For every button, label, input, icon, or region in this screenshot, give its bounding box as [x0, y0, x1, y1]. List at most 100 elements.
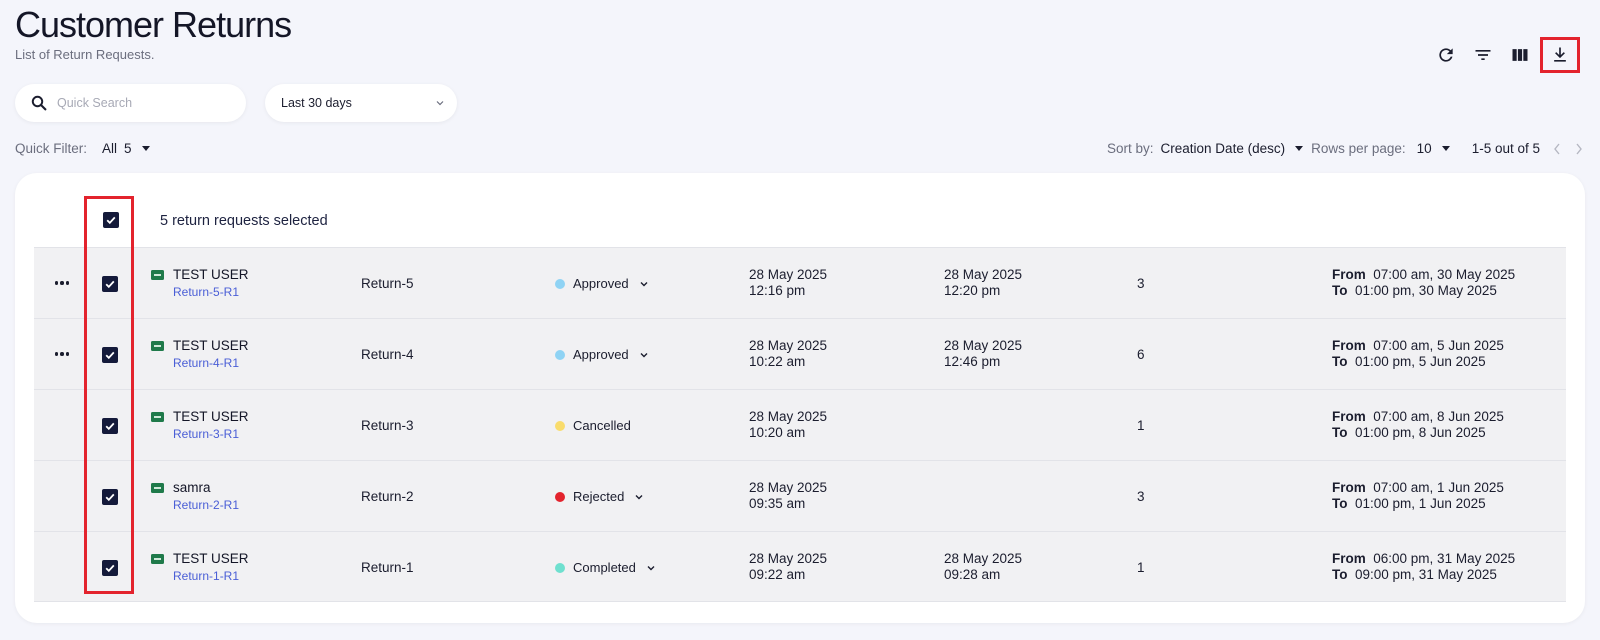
table-row[interactable]: TEST USER Return-1-R1 Return-1 Completed 28 …	[34, 531, 1566, 602]
customer-name: TEST USER	[173, 409, 249, 424]
status-badge[interactable]: Completed	[555, 560, 656, 575]
refresh-icon	[1438, 48, 1453, 62]
return-code-link[interactable]: Return-2-R1	[173, 498, 239, 512]
chevron-down-icon[interactable]	[639, 279, 649, 289]
to-label: To	[1332, 567, 1348, 582]
customer-name: TEST USER	[173, 267, 249, 282]
return-code-link[interactable]: Return-1-R1	[173, 569, 239, 583]
chevron-down-icon[interactable]	[634, 492, 644, 502]
row-checkbox[interactable]	[102, 418, 118, 434]
to-label: To	[1332, 283, 1348, 298]
row-checkbox[interactable]	[102, 276, 118, 292]
refresh-button[interactable]	[1427, 37, 1464, 73]
created-time: 09:35 am	[749, 496, 806, 511]
row-checkbox[interactable]	[102, 347, 118, 363]
updated-datetime: 28 May 2025 12:46 pm	[944, 338, 1022, 370]
updated-date: 28 May 2025	[944, 551, 1023, 566]
row-actions-button[interactable]	[50, 276, 74, 290]
updated-date: 28 May 2025	[944, 338, 1023, 353]
date-range-value: Last 30 days	[281, 96, 352, 110]
from-time: 06:00 pm, 31 May 2025	[1373, 551, 1516, 566]
caret-down-icon[interactable]	[141, 146, 150, 151]
status-dot	[555, 562, 565, 573]
to-label: To	[1332, 354, 1348, 369]
search-icon	[31, 95, 47, 111]
created-datetime: 28 May 2025 10:22 am	[749, 338, 827, 370]
created-time: 09:22 am	[749, 567, 806, 582]
chevron-down-icon	[436, 101, 444, 106]
to-time: 01:00 pm, 1 Jun 2025	[1355, 496, 1486, 511]
status-badge[interactable]: Rejected	[555, 489, 644, 504]
status-badge[interactable]: Approved	[555, 276, 649, 291]
check-icon	[105, 351, 115, 360]
columns-button[interactable]	[1501, 37, 1538, 73]
return-id: Return-3	[361, 418, 414, 433]
to-time: 01:00 pm, 30 May 2025	[1355, 283, 1497, 298]
from-label: From	[1332, 267, 1366, 282]
check-icon	[106, 216, 116, 225]
from-label: From	[1332, 480, 1366, 495]
quick-filter-value[interactable]: All	[102, 141, 117, 156]
table-row[interactable]: samra Return-2-R1 Return-2 Rejected 28 May 2…	[34, 460, 1566, 531]
created-time: 10:22 am	[749, 354, 806, 369]
table-row[interactable]: TEST USER Return-3-R1 Return-3 Cancelled 28 …	[34, 389, 1566, 460]
return-code-link[interactable]: Return-5-R1	[173, 285, 239, 299]
item-quantity: 3	[1137, 276, 1145, 291]
ticket-icon	[151, 412, 164, 422]
select-all-checkbox[interactable]	[103, 212, 119, 228]
pickup-window: From 07:00 am, 30 May 2025 To 01:00 pm, 3…	[1332, 267, 1515, 299]
download-button[interactable]	[1540, 37, 1580, 73]
created-date: 28 May 2025	[749, 551, 828, 566]
search-input[interactable]	[57, 96, 227, 110]
return-code-link[interactable]: Return-3-R1	[173, 427, 239, 441]
return-id: Return-1	[361, 560, 414, 575]
chevron-down-icon[interactable]	[639, 350, 649, 360]
date-range-select[interactable]: Last 30 days	[265, 84, 457, 122]
chevron-down-icon[interactable]	[646, 563, 656, 573]
item-quantity: 6	[1137, 347, 1145, 362]
table-row[interactable]: TEST USER Return-5-R1 Return-5 Approved 28 M…	[34, 247, 1566, 318]
created-time: 12:16 pm	[749, 283, 806, 298]
table-row[interactable]: TEST USER Return-4-R1 Return-4 Approved 28 M…	[34, 318, 1566, 389]
created-datetime: 28 May 2025 09:22 am	[749, 551, 827, 583]
to-label: To	[1332, 496, 1348, 511]
sort-value[interactable]: Creation Date (desc)	[1161, 141, 1286, 156]
toolbar	[1427, 37, 1580, 73]
created-datetime: 28 May 2025 09:35 am	[749, 480, 827, 512]
return-id: Return-2	[361, 489, 414, 504]
ticket-icon	[151, 270, 164, 280]
quick-filter-count[interactable]: 5	[124, 141, 132, 156]
prev-page-button[interactable]	[1552, 142, 1562, 156]
return-code-link[interactable]: Return-4-R1	[173, 356, 239, 370]
created-date: 28 May 2025	[749, 338, 828, 353]
sort-caret-icon[interactable]	[1295, 146, 1304, 151]
return-id: Return-4	[361, 347, 414, 362]
page-subtitle: List of Return Requests.	[15, 47, 155, 62]
item-quantity: 3	[1137, 489, 1145, 504]
pickup-window: From 07:00 am, 5 Jun 2025 To 01:00 pm, 5 …	[1332, 338, 1504, 370]
status-badge[interactable]: Approved	[555, 347, 649, 362]
pickup-window: From 06:00 pm, 31 May 2025 To 09:00 pm, 3…	[1332, 551, 1515, 583]
from-label: From	[1332, 409, 1366, 424]
rows-per-page-label: Rows per page:	[1311, 141, 1406, 156]
ticket-icon	[151, 341, 164, 351]
row-checkbox[interactable]	[102, 560, 118, 576]
selection-count: 5 return requests selected	[160, 213, 328, 229]
search-box	[15, 84, 246, 122]
page-title: Customer Returns	[15, 4, 292, 45]
chevron-right-icon	[1576, 143, 1582, 154]
item-quantity: 1	[1137, 418, 1145, 433]
list-controls: Sort by: Creation Date (desc) Rows per p…	[1107, 141, 1584, 156]
check-icon	[105, 564, 115, 573]
row-actions-button[interactable]	[50, 347, 74, 361]
rows-per-page-value[interactable]: 10	[1417, 141, 1432, 156]
updated-datetime: 28 May 2025 12:20 pm	[944, 267, 1022, 299]
row-checkbox[interactable]	[102, 489, 118, 505]
rows-per-page-caret-icon[interactable]	[1441, 146, 1450, 151]
next-page-button[interactable]	[1574, 142, 1584, 156]
quick-filter-label: Quick Filter:	[15, 141, 88, 156]
pickup-window: From 07:00 am, 1 Jun 2025 To 01:00 pm, 1 …	[1332, 480, 1504, 512]
filter-button[interactable]	[1464, 37, 1501, 73]
pagination-text: 1-5 out of 5	[1471, 141, 1540, 156]
status-label: Completed	[573, 560, 636, 575]
